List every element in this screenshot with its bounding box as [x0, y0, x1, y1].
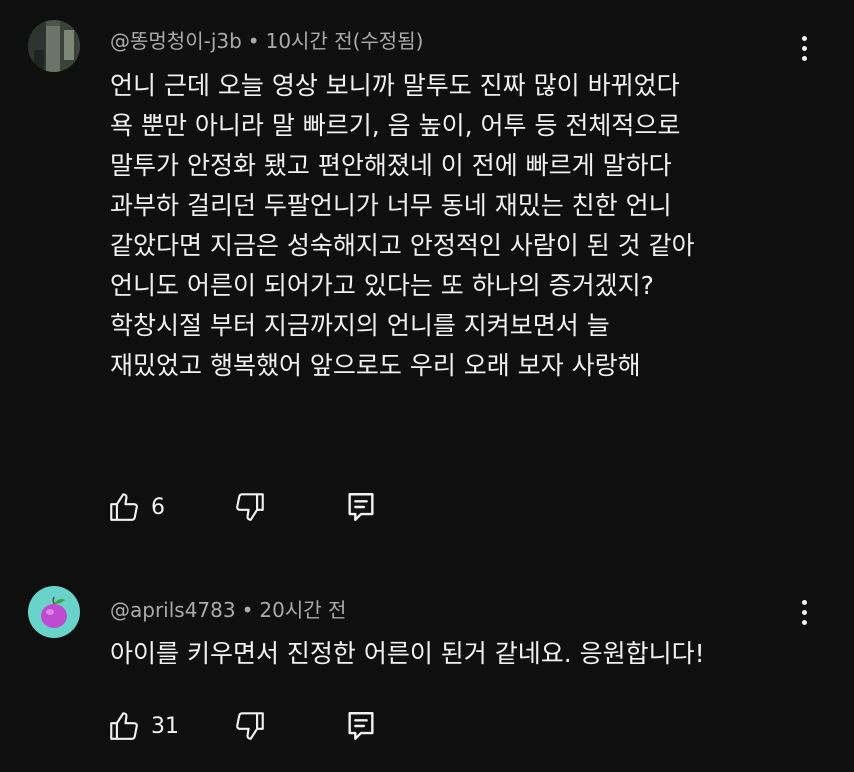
- thumbs-down-icon: [236, 493, 264, 521]
- comment-thread-item: @똥멍청이-j3b • 10시간 전(수정됨) 언니 근데 오늘 영상 보니까 말투…: [0, 0, 854, 560]
- like-button[interactable]: 31: [107, 709, 233, 743]
- dislike-button[interactable]: [233, 490, 345, 524]
- more-vertical-icon[interactable]: [794, 594, 814, 630]
- comment-line: 같았다면 지금은 성숙해지고 안정적인 사람이 된 것 같아: [110, 231, 695, 260]
- thumbs-up-icon: [110, 493, 138, 521]
- more-vertical-icon[interactable]: [794, 30, 814, 66]
- thumbs-up-icon: [110, 712, 138, 740]
- comment-thread-item: @aprils4783 • 20시간 전 아이를 키우면서 진정한 어른이 된거 같…: [0, 570, 854, 772]
- like-button[interactable]: 6: [107, 490, 233, 524]
- comment-line: 아이를 키우면서 진정한 어른이 된거 같네요. 응원합니다!: [110, 639, 705, 668]
- reply-button[interactable]: [345, 490, 377, 524]
- comment-header: @똥멍청이-j3b • 10시간 전(수정됨): [110, 25, 423, 54]
- comment-line: 학창시절 부터 지금까지의 언니를 지켜보면서 늘: [110, 311, 610, 340]
- reply-icon: [348, 712, 374, 740]
- comment-line: 말투가 안정화 됐고 편안해졌네 이 전에 빠르게 말하다: [110, 151, 672, 180]
- plum-avatar-icon: [28, 586, 80, 638]
- like-count: 6: [151, 494, 165, 520]
- author-name[interactable]: @aprils4783: [110, 598, 236, 622]
- comment-line: 과부하 걸리던 두팔언니가 너무 동네 재밌는 친한 언니: [110, 191, 672, 220]
- meta-separator: •: [241, 598, 254, 622]
- comment-timestamp[interactable]: 10시간 전(수정됨): [266, 29, 424, 53]
- comment-line: 재밌었고 행복했어 앞으로도 우리 오래 보자 사랑해: [110, 351, 641, 380]
- author-name[interactable]: @똥멍청이-j3b: [110, 29, 242, 53]
- reply-button[interactable]: [345, 709, 377, 743]
- comment-line: 욕 뿐만 아니라 말 빠르기, 음 높이, 어투 등 전체적으로: [110, 111, 681, 140]
- comment-line: 언니도 어른이 되어가고 있다는 또 하나의 증거겠지?: [110, 271, 654, 300]
- comment-actions: 6: [107, 487, 377, 527]
- like-count: 31: [151, 713, 179, 739]
- meta-separator: •: [247, 29, 260, 53]
- avatar[interactable]: [28, 586, 80, 638]
- avatar[interactable]: [28, 20, 80, 72]
- thumbs-down-icon: [236, 712, 264, 740]
- comment-text: 언니 근데 오늘 영상 보니까 말투도 진짜 많이 바뀌었다 욕 뿐만 아니라 …: [110, 66, 810, 386]
- comment-header: @aprils4783 • 20시간 전: [110, 594, 346, 623]
- comment-line: 언니 근데 오늘 영상 보니까 말투도 진짜 많이 바뀌었다: [110, 71, 680, 100]
- dislike-button[interactable]: [233, 709, 345, 743]
- comment-actions: 31: [107, 706, 377, 746]
- reply-icon: [348, 493, 374, 521]
- comment-timestamp[interactable]: 20시간 전: [259, 598, 346, 622]
- photo-avatar-icon: [28, 20, 80, 72]
- comment-text: 아이를 키우면서 진정한 어른이 된거 같네요. 응원합니다!: [110, 634, 810, 674]
